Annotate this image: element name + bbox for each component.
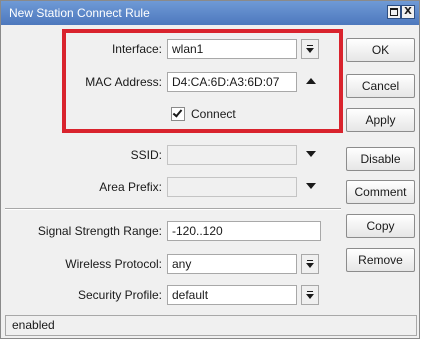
ok-button[interactable]: OK xyxy=(346,38,415,62)
copy-button[interactable]: Copy xyxy=(346,214,415,238)
wireless-protocol-dropdown-button[interactable] xyxy=(301,254,319,274)
chevron-down-icon xyxy=(306,263,314,268)
separator xyxy=(5,208,341,210)
ssid-label: SSID: xyxy=(130,148,162,162)
disable-button[interactable]: Disable xyxy=(346,147,415,171)
dropdown-icon xyxy=(307,291,313,292)
status-bar: enabled xyxy=(5,315,417,336)
chevron-down-icon xyxy=(306,294,314,299)
dropdown-icon xyxy=(307,260,313,261)
apply-button[interactable]: Apply xyxy=(346,108,415,132)
ssid-field[interactable] xyxy=(167,145,297,165)
maximize-icon xyxy=(390,8,398,16)
security-profile-dropdown-button[interactable] xyxy=(301,285,319,305)
station-connect-rule-window: New Station Connect Rule X Interface: wl… xyxy=(0,0,420,339)
area-prefix-field[interactable] xyxy=(167,177,297,197)
maximize-button[interactable] xyxy=(387,5,401,19)
highlight-box xyxy=(62,29,343,133)
title-bar[interactable]: New Station Connect Rule X xyxy=(1,1,419,25)
security-profile-field[interactable]: default xyxy=(167,285,297,305)
close-button[interactable]: X xyxy=(401,5,415,19)
wireless-protocol-label: Wireless Protocol: xyxy=(65,257,162,271)
status-text: enabled xyxy=(12,318,55,332)
cancel-button[interactable]: Cancel xyxy=(346,74,415,98)
area-prefix-dropdown-arrow-icon[interactable] xyxy=(306,183,316,189)
signal-strength-range-field[interactable]: -120..120 xyxy=(167,221,321,241)
security-profile-label: Security Profile: xyxy=(77,288,162,302)
window-title: New Station Connect Rule xyxy=(9,6,150,20)
close-icon: X xyxy=(404,6,412,17)
remove-button[interactable]: Remove xyxy=(346,248,415,272)
area-prefix-label: Area Prefix: xyxy=(99,180,162,194)
ssid-dropdown-arrow-icon[interactable] xyxy=(306,151,316,157)
signal-strength-range-label: Signal Strength Range: xyxy=(37,224,162,238)
comment-button[interactable]: Comment xyxy=(346,180,415,204)
wireless-protocol-field[interactable]: any xyxy=(167,254,297,274)
